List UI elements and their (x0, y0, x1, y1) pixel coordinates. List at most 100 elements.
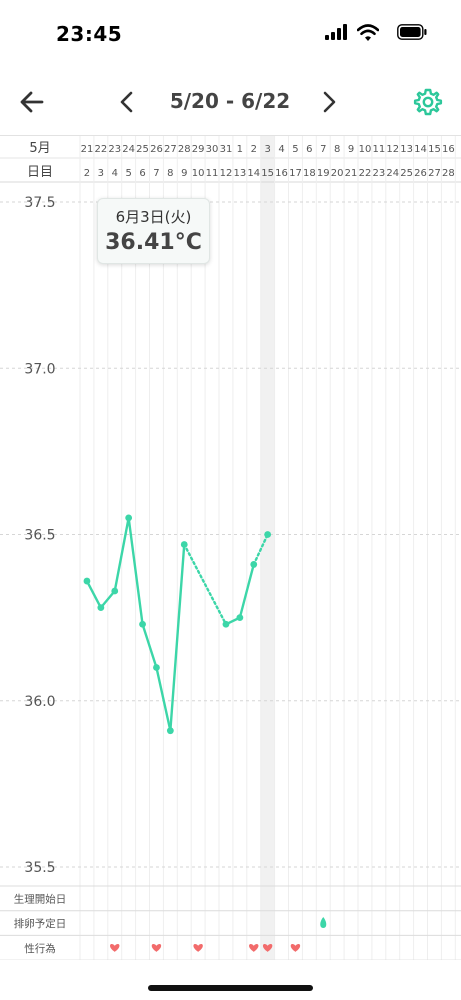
cycle-day-tick-label: 18 (303, 168, 316, 179)
cycle-day-tick-label: 6 (139, 168, 145, 179)
date-tick-label: 15 (428, 144, 441, 155)
date-tick-label: 22 (94, 144, 107, 155)
heart-icon (151, 944, 162, 952)
y-tick-label: 36.5 (24, 528, 55, 544)
cycle-day-tick-label: 17 (289, 168, 302, 179)
cycle-day-tick-label: 3 (98, 168, 104, 179)
date-tick-label: 5 (292, 144, 298, 155)
cycle-day-tick-label: 15 (261, 168, 274, 179)
temperature-point (166, 727, 174, 735)
cycle-day-tick-label: 24 (386, 168, 399, 179)
cycle-day-tick-label: 13 (233, 168, 246, 179)
temperature-point (125, 514, 133, 522)
cycle-day-tick-label: 21 (345, 168, 358, 179)
cycle-day-tick-label: 11 (206, 168, 219, 179)
date-tick-label: 26 (150, 144, 163, 155)
date-range-title: 5/20 - 6/22 (169, 89, 291, 113)
marker-row-label: 生理開始日 (14, 892, 67, 905)
marker-row-label: 排卵予定日 (14, 917, 67, 930)
date-tick-label: 8 (334, 144, 340, 155)
cycle-day-tick-label: 19 (317, 168, 330, 179)
temperature-point (97, 604, 105, 612)
date-tick-label: 12 (386, 144, 399, 155)
date-tick-label: 10 (359, 144, 372, 155)
y-tick-label: 36.0 (24, 694, 55, 710)
date-tick-label: 23 (108, 144, 121, 155)
heart-icon (290, 944, 301, 952)
cycle-day-tick-label: 7 (153, 168, 159, 179)
temperature-point (180, 541, 188, 548)
cycle-day-tick-label: 28 (442, 168, 455, 179)
cycle-day-tick-label: 23 (372, 168, 385, 179)
temperature-tooltip: 6月3日(火) 36.41°C (97, 198, 210, 264)
cycle-day-tick-label: 27 (428, 168, 441, 179)
wifi-icon (357, 24, 379, 41)
date-tick-label: 21 (81, 144, 94, 155)
date-tick-label: 3 (264, 144, 270, 155)
date-tick-label: 13 (400, 144, 413, 155)
heart-icon (249, 944, 259, 952)
next-range-chevron-icon[interactable] (316, 88, 342, 116)
month-label: 5月 (29, 141, 50, 156)
date-tick-label: 27 (164, 144, 177, 155)
tooltip-value: 36.41°C (105, 230, 202, 255)
status-time: 23:45 (56, 22, 123, 46)
date-tick-label: 24 (122, 144, 135, 155)
heart-icon (193, 944, 203, 952)
marker-row-label: 性行為 (24, 942, 56, 955)
cycle-day-tick-label: 4 (112, 168, 118, 179)
home-indicator (148, 985, 313, 991)
cycle-day-tick-label: 2 (84, 168, 90, 179)
heart-icon (110, 944, 120, 952)
status-bar: 23:45 (0, 0, 461, 70)
cycle-day-tick-label: 12 (220, 168, 233, 179)
date-tick-label: 1 (237, 144, 243, 155)
cycle-day-tick-label: 10 (192, 168, 205, 179)
temperature-point (153, 664, 160, 671)
date-tick-label: 14 (414, 144, 427, 155)
date-tick-label: 31 (220, 144, 233, 155)
tooltip-date: 6月3日(火) (115, 208, 192, 226)
cycle-day-tick-label: 8 (167, 168, 173, 179)
date-tick-label: 9 (348, 144, 354, 155)
cycle-day-label: 日目 (27, 165, 53, 180)
cycle-day-tick-label: 14 (247, 168, 260, 179)
y-tick-label: 37.5 (24, 195, 55, 211)
back-arrow-icon[interactable] (18, 88, 46, 116)
cycle-day-tick-label: 22 (359, 168, 372, 179)
date-tick-label: 28 (178, 144, 191, 155)
temperature-point (264, 531, 272, 538)
cycle-day-tick-label: 5 (125, 168, 131, 179)
nav-header: 5/20 - 6/22 (0, 70, 461, 136)
y-tick-label: 37.0 (24, 361, 55, 377)
date-tick-label: 11 (372, 144, 385, 155)
temperature-chart: 37.537.036.536.035.55月日目21 22 23 24 25 26 27 28… (0, 136, 461, 960)
battery-icon (397, 24, 427, 40)
date-tick-label: 25 (136, 144, 149, 155)
temperature-point (139, 620, 146, 628)
cycle-day-tick-label: 26 (414, 168, 427, 179)
cycle-day-tick-label: 16 (275, 168, 288, 179)
temperature-point (111, 587, 119, 595)
date-tick-label: 4 (278, 144, 284, 155)
gear-icon[interactable] (413, 87, 443, 117)
prev-range-chevron-icon[interactable] (114, 88, 140, 116)
status-icons (317, 24, 427, 44)
temperature-point (250, 561, 258, 568)
date-tick-label: 16 (442, 144, 455, 155)
date-tick-label: 6 (306, 144, 312, 155)
cycle-day-tick-label: 25 (400, 168, 413, 179)
date-tick-label: 2 (251, 144, 257, 155)
temperature-point (222, 620, 230, 628)
temperature-point (236, 614, 244, 622)
cycle-day-tick-label: 20 (331, 168, 344, 179)
date-tick-label: 30 (206, 144, 219, 155)
date-tick-label: 7 (320, 144, 326, 155)
y-tick-label: 35.5 (24, 860, 55, 876)
drop-icon (320, 917, 327, 929)
signal-icon (325, 24, 347, 40)
highlight-column (260, 136, 275, 960)
cycle-day-tick-label: 9 (181, 168, 187, 179)
temperature-point (83, 577, 91, 585)
date-tick-label: 29 (192, 144, 205, 155)
